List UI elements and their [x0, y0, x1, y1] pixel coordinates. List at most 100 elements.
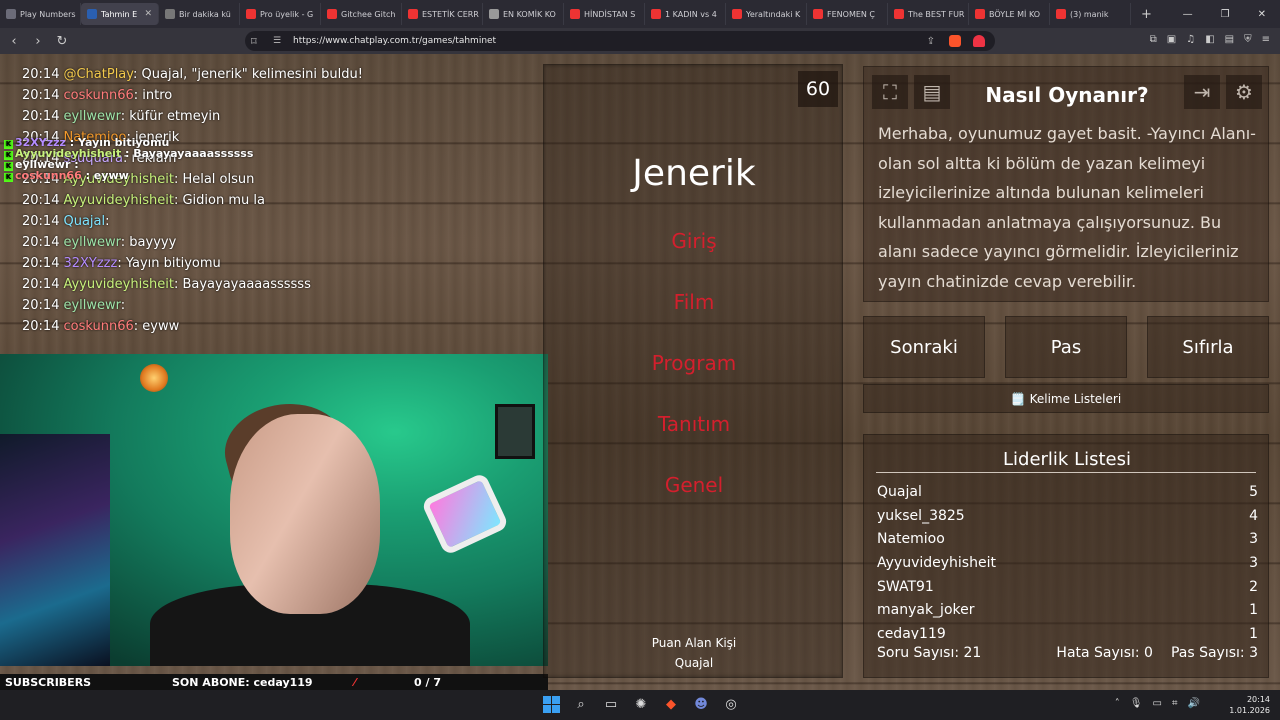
chat-user[interactable]: coskunn66 [63, 319, 133, 334]
browser-tab[interactable]: Gitchee Gitch [321, 3, 402, 25]
screenshot-icon[interactable]: ▣ [1167, 34, 1176, 45]
taskbar-clock[interactable]: 20:14 1.01.2026 [1229, 694, 1270, 716]
browser-tab[interactable]: Yeraltındaki K [726, 3, 807, 25]
brave-rewards-icon[interactable] [973, 35, 985, 47]
word-card: 60 Jenerik Giriş Film Program Tanıtım Genel … [543, 64, 843, 678]
chat-user[interactable]: Quajal [63, 214, 105, 229]
browser-tab[interactable]: HİNDİSTAN S [564, 3, 645, 25]
wall-poster [0, 434, 110, 666]
task-view-icon[interactable]: ▭ [601, 694, 621, 714]
chat-time: 20:14 [22, 88, 60, 103]
reset-button[interactable]: Sıfırla [1147, 316, 1269, 378]
url-field[interactable]: ⌑ ☰ https://www.chatplay.com.tr/games/ta… [245, 31, 995, 51]
browser-tab[interactable]: ESTETİK CERR [402, 3, 483, 25]
search-icon[interactable]: ⌕ [571, 694, 591, 714]
tab-label: ESTETİK CERR [422, 9, 479, 19]
tray-overflow-icon[interactable]: ˄ [1115, 698, 1120, 709]
sidebar-icon[interactable]: ◧ [1205, 34, 1214, 45]
volume-icon[interactable]: 🔊 [1188, 698, 1200, 709]
game-stats: Soru Sayısı: 21 Hata Sayısı: 0 Pas Sayıs… [877, 645, 1258, 661]
media-icon[interactable]: ♫ [1186, 34, 1195, 45]
scorer-name: Quajal [674, 656, 714, 670]
minimize-button[interactable]: — [1183, 9, 1193, 20]
browser-tab[interactable]: 1 KADIN vs 4 [645, 3, 726, 25]
kick-badge-icon: K [4, 162, 13, 171]
webcam-feed [0, 354, 548, 666]
chat-user[interactable]: coskunn66 [63, 88, 133, 103]
chat-user[interactable]: @ChatPlay [63, 67, 133, 82]
discord-icon[interactable]: ☻ [691, 694, 711, 714]
start-icon[interactable] [541, 694, 561, 714]
tab-favicon-icon [327, 9, 337, 19]
overlay-chat-user: coskunn66 [15, 169, 82, 182]
forward-icon[interactable]: › [28, 34, 48, 49]
taskbar-apps: ⌕ ▭ ✺ ◆ ☻ ◎ [541, 694, 741, 714]
chat-message: 20:14 Quajal: [22, 211, 522, 232]
extensions-area: ⧉ ▣ ♫ ◧ ▤ ⛨ ≡ [1150, 34, 1270, 45]
leaderboard-row: yuksel_3825 4 [877, 505, 1258, 529]
maximize-button[interactable]: ❐ [1221, 9, 1230, 20]
share-icon[interactable]: ⇪ [927, 36, 935, 47]
network-icon[interactable]: ⌗ [1172, 698, 1178, 709]
word-lists-button[interactable]: 🗒️ Kelime Listeleri [863, 384, 1269, 413]
leader-name: Quajal [877, 484, 922, 500]
chat-text: : Gidion mu la [173, 193, 265, 208]
browser-tab[interactable]: Pro üyelik - G [240, 3, 321, 25]
wallet-icon[interactable]: ▤ [1225, 34, 1234, 45]
chat-user[interactable]: eyllwewr [63, 109, 120, 124]
browser-tab[interactable]: FENOMEN Ç [807, 3, 888, 25]
tab-favicon-icon [975, 9, 985, 19]
target-word: Jenerik [632, 153, 756, 194]
chat-text: : Yayın bitiyomu [117, 256, 221, 271]
chat-user[interactable]: Ayyuvideyhisheit [63, 193, 173, 208]
bookmark-icon[interactable]: ⌑ [251, 35, 257, 48]
leaderboard-row: SWAT91 2 [877, 576, 1258, 600]
leader-score: 5 [1249, 484, 1258, 500]
pass-button[interactable]: Pas [1005, 316, 1127, 378]
display-icon[interactable]: ▭ [1152, 698, 1161, 709]
brave-shields-icon[interactable] [949, 35, 961, 47]
reload-icon[interactable]: ↻ [52, 34, 72, 49]
next-button[interactable]: Sonraki [863, 316, 985, 378]
microphone-icon[interactable]: 🎙 [1130, 698, 1143, 709]
chat-time: 20:14 [22, 277, 60, 292]
site-info-icon[interactable]: ☰ [273, 36, 281, 46]
obs-icon[interactable]: ◎ [721, 694, 741, 714]
tab-favicon-icon [489, 9, 499, 19]
new-tab-button[interactable]: + [1131, 7, 1162, 22]
kick-badge-icon: K [4, 173, 13, 182]
browser-tab[interactable]: The BEST FUR [888, 3, 969, 25]
leaderboard-panel: Liderlik Listesi Quajal 5 yuksel_3825 4 Nate… [863, 434, 1269, 678]
chat-user[interactable]: 32XYzzz [63, 256, 117, 271]
tab-label: Bir dakika kü [179, 9, 231, 19]
browser-tab[interactable]: EN KOMİK KO [483, 3, 564, 25]
brave-icon[interactable]: ◆ [661, 694, 681, 714]
chat-user[interactable]: eyllwewr [63, 298, 120, 313]
close-window-button[interactable]: ✕ [1258, 9, 1266, 20]
menu-icon[interactable]: ≡ [1262, 34, 1270, 45]
chatgpt-icon[interactable]: ✺ [631, 694, 651, 714]
browser-tab[interactable]: Bir dakika kü [159, 3, 240, 25]
vpn-icon[interactable]: ⛨ [1244, 34, 1252, 45]
chat-time: 20:14 [22, 319, 60, 334]
back-icon[interactable]: ‹ [4, 34, 24, 49]
close-tab-icon[interactable]: ✕ [144, 9, 152, 19]
chat-user[interactable]: eyllwewr [63, 235, 120, 250]
browser-tab[interactable]: Play Numbers [0, 3, 81, 25]
browser-tab[interactable]: (3) manik [1050, 3, 1131, 25]
address-bar-row: ‹ › ↻ ⌑ ☰ https://www.chatplay.com.tr/ga… [0, 28, 1280, 54]
chat-user[interactable]: Ayyuvideyhisheit [63, 277, 173, 292]
chat-time: 20:14 [22, 193, 60, 208]
url-text[interactable]: https://www.chatplay.com.tr/games/tahmin… [293, 36, 496, 46]
leader-score: 4 [1249, 507, 1258, 524]
chat-message: 20:14 coskunn66: eyww [22, 316, 522, 337]
leaderboard-row: Natemioo 3 [877, 528, 1258, 552]
chat-text: : [120, 298, 126, 313]
browser-tab[interactable]: Tahmin E ✕ [81, 3, 159, 25]
tab-favicon-icon [246, 9, 256, 19]
extensions-icon[interactable]: ⧉ [1150, 34, 1157, 45]
leaderboard-rows[interactable]: Quajal 5 yuksel_3825 4 Natemioo 3 Ayyuvideyhis… [877, 481, 1258, 639]
browser-tab[interactable]: BÖYLE Mİ KO [969, 3, 1050, 25]
stream-chat: 20:14 @ChatPlay: Quajal, "jenerik" kelime… [22, 64, 522, 354]
chat-message: 20:14 Ayyuvideyhisheit: Gidion mu la [22, 190, 522, 211]
